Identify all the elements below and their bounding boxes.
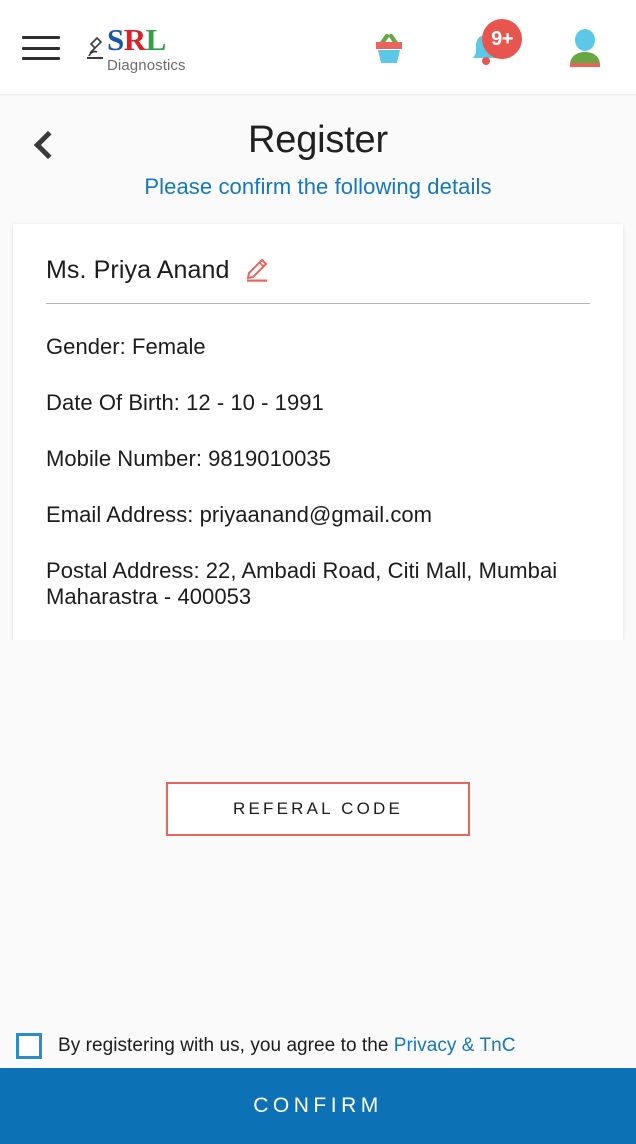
page-header: Register Please confirm the following de… bbox=[0, 96, 636, 218]
hamburger-bar bbox=[22, 46, 60, 50]
user-details-card: Ms. Priya Anand Gender: Female Date Of B… bbox=[13, 223, 623, 640]
profile-avatar-icon bbox=[570, 29, 600, 67]
brand-srl-wordmark: SRL bbox=[107, 24, 186, 55]
app-bar: SRL Diagnostics 9+ bbox=[0, 0, 636, 96]
terms-checkbox[interactable] bbox=[16, 1033, 42, 1059]
appbar-actions: 9+ bbox=[366, 19, 608, 71]
page-subtitle: Please confirm the following details bbox=[144, 173, 492, 199]
detail-postal-address: Postal Address: 22, Ambadi Road, Citi Ma… bbox=[46, 557, 558, 609]
notifications-button[interactable]: 9+ bbox=[464, 19, 522, 71]
confirm-button[interactable]: CONFIRM bbox=[0, 1068, 636, 1144]
detail-gender: Gender: Female bbox=[46, 333, 206, 359]
cart-icon bbox=[376, 33, 402, 63]
detail-email-address: Email Address: priyaanand@gmail.com bbox=[46, 501, 433, 527]
register-screen: SRL Diagnostics 9+ Register Please confi… bbox=[0, 0, 636, 1144]
detail-mobile-number: Mobile Number: 9819010035 bbox=[46, 445, 331, 471]
edit-pencil-icon[interactable] bbox=[244, 257, 270, 283]
brand-subtitle: Diagnostics bbox=[107, 56, 186, 74]
detail-date-of-birth: Date Of Birth: 12 - 10 - 1991 bbox=[46, 389, 324, 415]
user-name: Ms. Priya Anand bbox=[46, 255, 230, 284]
page-title: Register bbox=[248, 119, 388, 161]
microscope-icon bbox=[87, 36, 103, 59]
privacy-tnc-link[interactable]: Privacy & TnC bbox=[394, 1035, 516, 1056]
profile-button[interactable] bbox=[562, 25, 608, 71]
brand-logo[interactable]: SRL Diagnostics bbox=[86, 24, 186, 73]
hamburger-menu-icon[interactable] bbox=[22, 32, 62, 64]
hamburger-bar bbox=[22, 36, 60, 39]
consent-static-text: By registering with us, you agree to the bbox=[58, 1035, 394, 1056]
brand-letter-r: R bbox=[123, 21, 146, 57]
notification-badge: 9+ bbox=[482, 19, 522, 59]
consent-row: By registering with us, you agree to the… bbox=[0, 1024, 636, 1068]
chevron-left-icon bbox=[33, 130, 63, 160]
user-name-row: Ms. Priya Anand bbox=[46, 256, 590, 304]
referral-area: REFERAL CODE bbox=[0, 639, 636, 1024]
hamburger-bar bbox=[22, 57, 60, 60]
back-button[interactable] bbox=[22, 122, 68, 168]
cart-button[interactable] bbox=[366, 25, 412, 71]
referal-code-button[interactable]: REFERAL CODE bbox=[166, 781, 470, 836]
brand-text: SRL Diagnostics bbox=[107, 24, 186, 73]
brand-letter-s: S bbox=[107, 21, 124, 57]
consent-label: By registering with us, you agree to the… bbox=[58, 1035, 516, 1057]
brand-letter-l: L bbox=[145, 21, 167, 57]
